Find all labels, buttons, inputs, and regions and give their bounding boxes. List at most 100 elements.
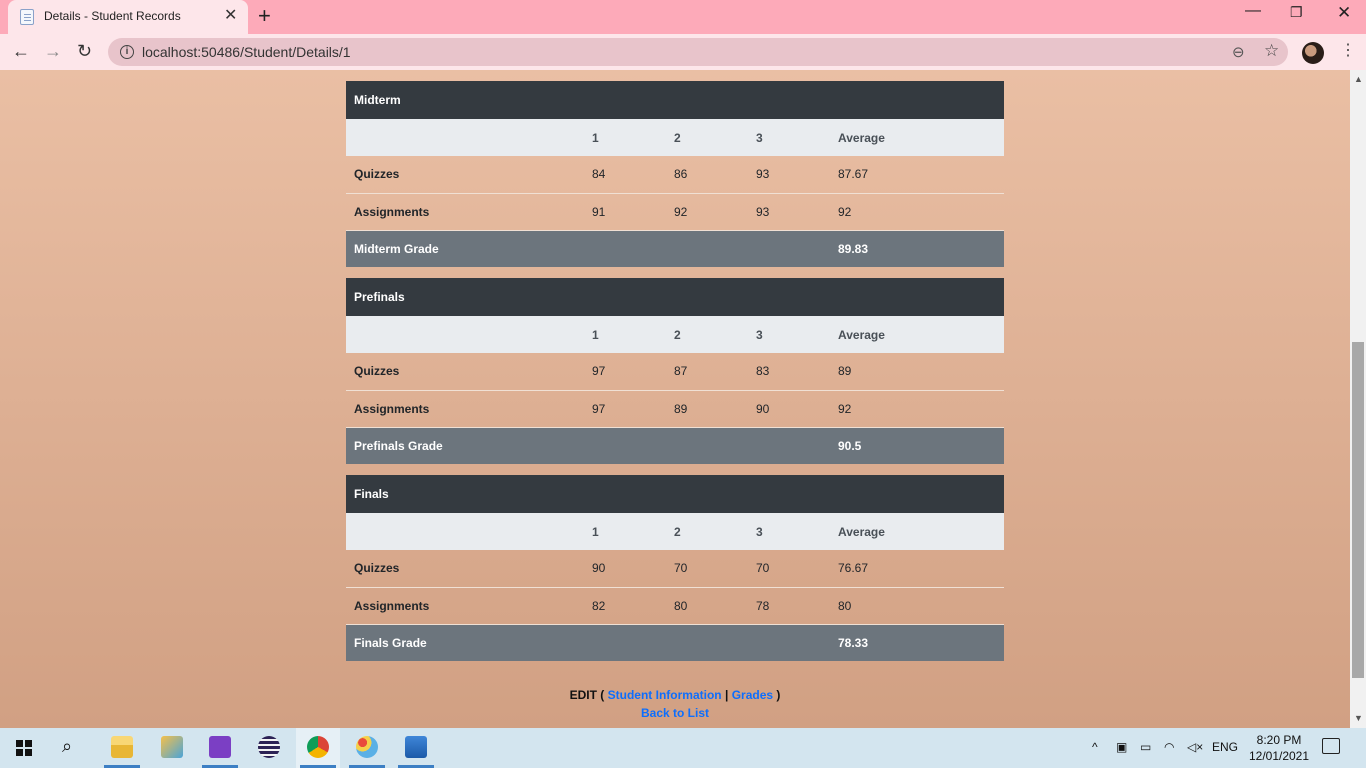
minimize-button[interactable]: — — [1245, 2, 1261, 20]
volume-muted-icon[interactable]: ◁× — [1187, 740, 1203, 754]
show-hidden-icons-icon[interactable]: ^ — [1092, 740, 1098, 754]
table-cell: 80 — [666, 587, 748, 625]
close-paren: ) — [776, 688, 781, 702]
back-to-list-link[interactable]: Back to List — [641, 706, 709, 720]
browser-tab[interactable]: Details - Student Records ✕ — [8, 0, 248, 34]
table-cell: 87.67 — [830, 156, 1004, 194]
column-header: 2 — [666, 316, 748, 353]
meet-now-icon[interactable]: ▣ — [1116, 740, 1127, 754]
scrollbar-thumb[interactable] — [1352, 342, 1364, 678]
system-clock[interactable]: 8:20 PM 12/01/2021 — [1248, 732, 1310, 764]
grade-label: Midterm Grade — [346, 230, 830, 267]
row-label: Assignments — [346, 390, 584, 428]
table-cell: 92 — [830, 193, 1004, 231]
scroll-down-arrow-icon[interactable]: ▼ — [1354, 713, 1363, 723]
table-cell: 76.67 — [830, 550, 1004, 588]
column-header: Average — [830, 513, 1004, 550]
file-explorer-icon[interactable] — [100, 728, 144, 768]
windows-taskbar: ⌕ ^ ▣ ▭ ◠ ◁× ENG 8:20 PM 12/01/2021 — [0, 728, 1366, 768]
table-cell: 87 — [666, 353, 748, 391]
column-header — [346, 119, 584, 156]
windows-start-icon[interactable] — [16, 740, 32, 756]
open-paren: ( — [600, 688, 605, 702]
paint-icon[interactable] — [345, 728, 389, 768]
edit-line: EDIT ( Student Information | Grades ) — [346, 686, 1004, 704]
student-information-link[interactable]: Student Information — [608, 688, 722, 702]
table-cell: 97 — [584, 353, 666, 391]
column-header — [346, 316, 584, 353]
table-row: Quizzes 97 87 83 89 — [346, 353, 1004, 391]
table-row: Quizzes 84 86 93 87.67 — [346, 156, 1004, 194]
site-info-icon[interactable]: i — [120, 45, 134, 59]
tab-title: Details - Student Records — [44, 9, 181, 23]
table-cell: 83 — [748, 353, 830, 391]
scroll-up-arrow-icon[interactable]: ▲ — [1354, 74, 1363, 84]
table-title: Prefinals — [346, 278, 1004, 316]
table-column-row: 1 2 3 Average — [346, 119, 1004, 156]
page-favicon-icon — [20, 9, 34, 25]
new-tab-button[interactable]: + — [258, 4, 271, 28]
url-text[interactable]: localhost:50486/Student/Details/1 — [142, 44, 351, 60]
table-footer-row: Prefinals Grade 90.5 — [346, 427, 1004, 464]
edit-label: EDIT — [569, 688, 597, 702]
table-cell: 89 — [666, 390, 748, 428]
row-label: Assignments — [346, 193, 584, 231]
column-header: 3 — [748, 119, 830, 156]
page-links: EDIT ( Student Information | Grades ) Ba… — [346, 686, 1004, 722]
tab-close-icon[interactable]: ✕ — [224, 6, 237, 26]
reload-button[interactable]: ↻ — [77, 40, 92, 62]
prefinals-table: Prefinals 1 2 3 Average Quizzes 97 87 83… — [346, 278, 1004, 464]
table-row: Assignments 82 80 78 80 — [346, 587, 1004, 625]
table-cell: 70 — [748, 550, 830, 588]
browser-menu-icon[interactable]: ⋮ — [1340, 42, 1356, 60]
language-indicator[interactable]: ENG — [1212, 740, 1238, 754]
address-bar[interactable]: i localhost:50486/Student/Details/1 ⊖ ☆ — [108, 38, 1288, 66]
link-separator: | — [724, 688, 729, 702]
battery-icon[interactable]: ▭ — [1140, 740, 1151, 754]
restore-button[interactable]: ❐ — [1290, 4, 1303, 21]
table-header-row: Prefinals — [346, 278, 1004, 316]
table-cell: 91 — [584, 193, 666, 231]
table-row: Quizzes 90 70 70 76.67 — [346, 550, 1004, 588]
table-title: Midterm — [346, 81, 1004, 119]
forward-button[interactable]: → — [44, 40, 62, 62]
column-header: 1 — [584, 513, 666, 550]
visual-studio-icon[interactable] — [198, 728, 242, 768]
column-header — [346, 513, 584, 550]
grades-link[interactable]: Grades — [732, 688, 773, 702]
table-cell: 86 — [666, 156, 748, 194]
photos-icon[interactable] — [394, 728, 438, 768]
wifi-icon[interactable]: ◠ — [1164, 740, 1174, 754]
row-label: Quizzes — [346, 156, 584, 194]
column-header: 2 — [666, 513, 748, 550]
finals-table: Finals 1 2 3 Average Quizzes 90 70 70 76… — [346, 475, 1004, 661]
column-header: Average — [830, 316, 1004, 353]
clock-date: 12/01/2021 — [1248, 749, 1310, 763]
column-header: 3 — [748, 513, 830, 550]
table-header-row: Finals — [346, 475, 1004, 513]
grade-label: Finals Grade — [346, 624, 830, 661]
browser-toolbar: ← → ↻ i localhost:50486/Student/Details/… — [0, 34, 1366, 70]
midterm-table: Midterm 1 2 3 Average Quizzes 84 86 93 8… — [346, 81, 1004, 267]
back-button[interactable]: ← — [12, 40, 30, 62]
table-footer-row: Finals Grade 78.33 — [346, 624, 1004, 661]
zoom-icon[interactable]: ⊖ — [1232, 43, 1245, 61]
table-cell: 92 — [666, 193, 748, 231]
search-icon[interactable]: ⌕ — [62, 736, 72, 757]
chrome-icon[interactable] — [296, 728, 340, 768]
table-header-row: Midterm — [346, 81, 1004, 119]
profile-avatar[interactable] — [1302, 42, 1324, 64]
close-window-button[interactable]: ✕ — [1337, 3, 1351, 23]
table-footer-row: Midterm Grade 89.83 — [346, 230, 1004, 267]
table-cell: 89 — [830, 353, 1004, 391]
bookmark-star-icon[interactable]: ☆ — [1264, 41, 1279, 61]
table-cell: 93 — [748, 193, 830, 231]
table-cell: 80 — [830, 587, 1004, 625]
table-cell: 78 — [748, 587, 830, 625]
table-cell: 93 — [748, 156, 830, 194]
table-cell: 97 — [584, 390, 666, 428]
column-header: 1 — [584, 316, 666, 353]
network-tool-icon[interactable] — [150, 728, 194, 768]
eclipse-icon[interactable] — [247, 728, 291, 768]
notification-center-icon[interactable] — [1322, 738, 1340, 754]
